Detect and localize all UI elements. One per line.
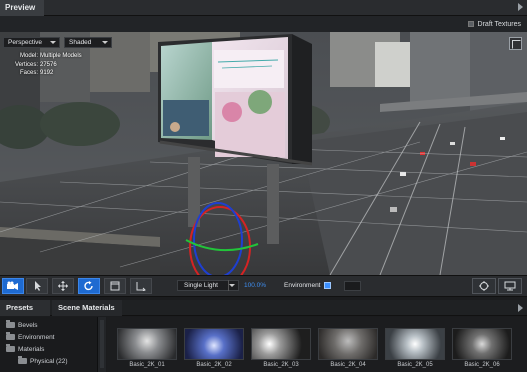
select-arrow-icon[interactable] bbox=[26, 278, 48, 294]
material-thumbnail[interactable] bbox=[318, 328, 378, 360]
folder-icon bbox=[6, 332, 15, 340]
tree-item-bevels[interactable]: Bevels bbox=[6, 320, 38, 330]
vertices-value: 27576 bbox=[40, 61, 57, 68]
draft-textures-toggle[interactable]: Draft Textures bbox=[467, 19, 521, 29]
target-icon[interactable] bbox=[472, 278, 496, 294]
draft-textures-label: Draft Textures bbox=[477, 20, 521, 28]
tree-item-label: Physical (22) bbox=[30, 357, 68, 365]
tree-item-environment[interactable]: Environment bbox=[6, 332, 55, 342]
material-thumbnail-label: Basic_2K_03 bbox=[263, 362, 299, 368]
shading-dropdown[interactable]: Shaded bbox=[64, 37, 112, 48]
folder-icon bbox=[6, 344, 15, 352]
model-value: Multiple Models bbox=[40, 53, 82, 59]
material-thumbnail[interactable] bbox=[184, 328, 244, 360]
material-thumbnail[interactable] bbox=[385, 328, 445, 360]
tree-item-materials[interactable]: Materials bbox=[6, 344, 44, 354]
preview-tab[interactable]: Preview bbox=[0, 0, 44, 16]
material-thumbnail-label: Basic_2K_01 bbox=[129, 362, 165, 368]
panel-expand-icon[interactable] bbox=[518, 304, 523, 312]
material-thumbnail-label: Basic_2K_02 bbox=[196, 362, 232, 368]
tree-item-label: Environment bbox=[18, 333, 55, 341]
render-output-icon[interactable] bbox=[498, 278, 522, 294]
fullscreen-icon[interactable] bbox=[509, 37, 522, 50]
faces-key: Faces: bbox=[19, 70, 38, 76]
tab-presets[interactable]: Presets bbox=[0, 300, 50, 316]
draft-textures-checkbox[interactable] bbox=[467, 21, 474, 27]
camera-dropdown[interactable]: Perspective bbox=[3, 37, 60, 48]
expand-arrow-icon[interactable] bbox=[518, 3, 523, 11]
material-thumbnail[interactable] bbox=[251, 328, 311, 360]
frame-icon[interactable] bbox=[104, 278, 126, 294]
material-thumbnail-label: Basic_2K_05 bbox=[397, 362, 433, 368]
tree-item-label: Bevels bbox=[18, 321, 38, 329]
preset-tree: Bevels Environment Materials Physical (2… bbox=[0, 317, 98, 372]
tree-item-physical[interactable]: Physical (22) bbox=[18, 356, 68, 366]
camera-icon[interactable] bbox=[2, 278, 24, 294]
model-key: Model: bbox=[19, 53, 38, 59]
environment-checkbox[interactable] bbox=[324, 282, 331, 289]
material-thumbnail-label: Basic_2K_04 bbox=[330, 362, 366, 368]
material-thumbnail[interactable] bbox=[452, 328, 512, 360]
3d-viewport[interactable]: Perspective Shaded Model: Multiple Models… bbox=[0, 32, 527, 275]
material-thumbnail-label: Basic_2K_06 bbox=[464, 362, 500, 368]
material-thumbnails: Basic_2K_01 Basic_2K_02 Basic_2K_03 Basi… bbox=[107, 317, 527, 372]
tree-item-label: Materials bbox=[18, 345, 45, 353]
zoom-level[interactable]: 100.0% bbox=[244, 282, 266, 289]
environment-label: Environment bbox=[284, 282, 321, 289]
move-icon[interactable] bbox=[52, 278, 74, 294]
viewport-controls: Perspective Shaded bbox=[3, 37, 112, 48]
preview-subheader: Draft Textures bbox=[0, 16, 527, 32]
scale-icon[interactable] bbox=[130, 278, 152, 294]
tree-scrollbar[interactable] bbox=[98, 317, 106, 372]
vertices-key: Vertices: bbox=[14, 61, 38, 68]
tab-scene-materials[interactable]: Scene Materials bbox=[52, 300, 122, 316]
folder-icon bbox=[6, 320, 15, 328]
material-thumbnail[interactable] bbox=[117, 328, 177, 360]
faces-value: 9192 bbox=[40, 70, 54, 76]
rotate-icon[interactable] bbox=[78, 278, 100, 294]
environment-color-swatch[interactable] bbox=[344, 281, 361, 291]
library-tabs: Presets Scene Materials bbox=[0, 300, 527, 316]
light-dropdown[interactable]: Single Light bbox=[177, 280, 239, 291]
preview-header: Preview bbox=[0, 0, 527, 16]
scene-stats: Model: Multiple Models Vertices: 27576 Fac… bbox=[6, 52, 82, 78]
folder-icon bbox=[18, 356, 27, 364]
light-divider bbox=[228, 280, 229, 291]
